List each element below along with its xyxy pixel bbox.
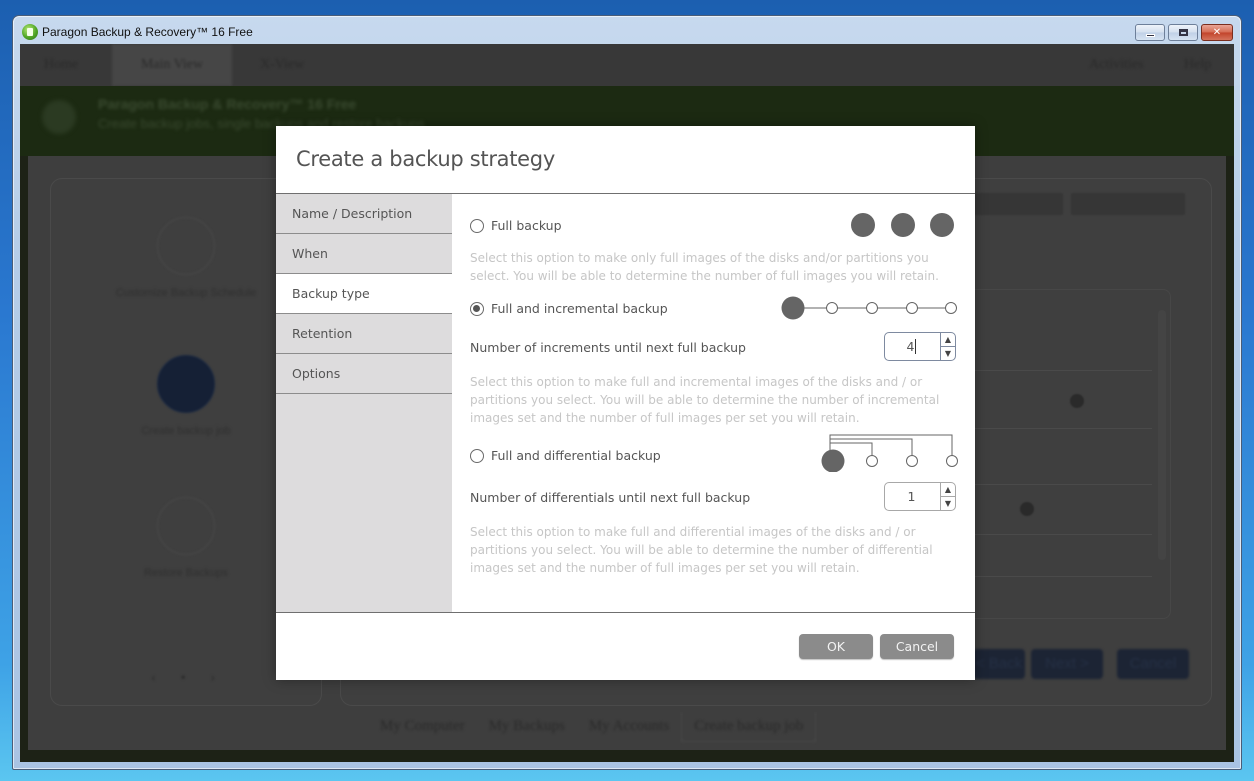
back-button[interactable]: < Back bbox=[973, 649, 1025, 679]
increment-node bbox=[906, 302, 918, 314]
option-label: Full and differential backup bbox=[491, 448, 661, 463]
minimize-button[interactable] bbox=[1135, 24, 1165, 41]
nav-item-when[interactable]: When bbox=[276, 234, 452, 274]
wizard-cancel-button[interactable]: Cancel bbox=[1117, 649, 1189, 679]
restore-icon bbox=[157, 497, 215, 555]
differential-node bbox=[946, 455, 958, 467]
maximize-button[interactable] bbox=[1168, 24, 1198, 41]
backup-strategy-dialog: Create a backup strategy Name / Descript… bbox=[276, 126, 975, 680]
dialog-footer: OK Cancel bbox=[276, 613, 975, 680]
stepper-arrows: ▲ ▼ bbox=[940, 333, 955, 360]
full-backup-radio[interactable] bbox=[470, 218, 484, 233]
ok-button[interactable]: OK bbox=[799, 634, 873, 659]
close-icon: ✕ bbox=[1212, 27, 1222, 38]
toggle-knob[interactable] bbox=[1020, 502, 1034, 516]
caption-buttons: ✕ bbox=[1135, 24, 1233, 41]
full-backup-description: Select this option to make only full ima… bbox=[470, 251, 939, 283]
close-button[interactable]: ✕ bbox=[1201, 24, 1233, 41]
increment-down-button[interactable]: ▼ bbox=[941, 346, 955, 360]
stepper-arrows: ▲ ▼ bbox=[940, 483, 955, 510]
toggle-knob[interactable] bbox=[1070, 394, 1084, 408]
incremental-backup-option[interactable]: Full and incremental backup bbox=[470, 301, 668, 316]
tab-my-computer[interactable]: My Computer bbox=[368, 712, 477, 742]
increment-up-button[interactable]: ▲ bbox=[941, 333, 955, 346]
branch-line bbox=[830, 438, 913, 455]
full-backup-diagram bbox=[851, 213, 954, 237]
create-backup-icon bbox=[157, 355, 215, 413]
option-label: Full backup bbox=[491, 218, 562, 233]
differential-backup-radio[interactable] bbox=[470, 448, 484, 463]
minimize-icon bbox=[1145, 33, 1155, 37]
tab-home[interactable]: Home bbox=[20, 44, 102, 86]
tab-help[interactable]: Help bbox=[1160, 44, 1234, 86]
app-tab-bar: Home Main View X-View Activities Help bbox=[20, 44, 1234, 86]
increments-input[interactable]: 4 bbox=[885, 333, 940, 360]
increments-stepper[interactable]: 4 ▲ ▼ bbox=[884, 332, 956, 361]
header-title: Paragon Backup & Recovery™ 16 Free bbox=[98, 96, 357, 112]
full-image-node bbox=[930, 213, 954, 237]
increment-node bbox=[866, 302, 878, 314]
maximize-icon bbox=[1178, 29, 1188, 36]
differential-down-button[interactable]: ▼ bbox=[941, 496, 955, 510]
differential-backup-option[interactable]: Full and differential backup bbox=[470, 448, 661, 463]
full-image-node bbox=[821, 449, 845, 472]
cancel-button[interactable]: Cancel bbox=[880, 634, 954, 659]
differentials-label: Number of differentials until next full … bbox=[470, 490, 751, 505]
chevron-up-icon: ▲ bbox=[944, 335, 952, 344]
tab-create-backup-job[interactable]: Create backup job bbox=[681, 712, 817, 742]
text-caret bbox=[915, 339, 917, 354]
increments-value: 4 bbox=[906, 339, 915, 354]
incremental-backup-description: Select this option to make full and incr… bbox=[470, 375, 940, 425]
backup-type-content: Full backup Select this option to make o… bbox=[452, 194, 975, 612]
differential-backup-description: Select this option to make full and diff… bbox=[470, 525, 933, 575]
tab-my-backups[interactable]: My Backups bbox=[477, 712, 577, 742]
dialog-nav: Name / Description When Backup type Rete… bbox=[276, 194, 452, 612]
increments-label: Number of increments until next full bac… bbox=[470, 340, 746, 355]
window-title: Paragon Backup & Recovery™ 16 Free bbox=[42, 25, 253, 39]
differential-node bbox=[866, 455, 878, 467]
option-label: Full and incremental backup bbox=[491, 301, 668, 316]
backup-schedule-icon bbox=[157, 217, 215, 275]
pager-dots[interactable]: ‹ • › bbox=[151, 671, 225, 685]
nav-item-retention[interactable]: Retention bbox=[276, 314, 452, 354]
full-image-node bbox=[781, 296, 805, 320]
nav-item-backup-type[interactable]: Backup type bbox=[276, 274, 452, 314]
tab-x-view[interactable]: X-View bbox=[236, 44, 328, 86]
differential-backup-diagram bbox=[821, 434, 958, 472]
nav-item-options[interactable]: Options bbox=[276, 354, 452, 394]
tab-main-view[interactable]: Main View bbox=[112, 44, 232, 86]
differential-up-button[interactable]: ▲ bbox=[941, 483, 955, 496]
incremental-backup-radio[interactable] bbox=[470, 301, 484, 316]
title-bar[interactable]: Paragon Backup & Recovery™ 16 Free ✕ bbox=[13, 16, 1241, 46]
full-image-node bbox=[851, 213, 875, 237]
chevron-down-icon: ▼ bbox=[944, 349, 952, 358]
tab-activities[interactable]: Activities bbox=[1065, 44, 1167, 86]
scrollbar[interactable] bbox=[1158, 310, 1166, 560]
tab-my-accounts[interactable]: My Accounts bbox=[577, 712, 681, 742]
differentials-input[interactable] bbox=[885, 483, 940, 510]
full-backup-option[interactable]: Full backup bbox=[470, 218, 562, 233]
increment-node bbox=[826, 302, 838, 314]
product-logo-icon bbox=[42, 100, 76, 134]
full-image-node bbox=[891, 213, 915, 237]
chevron-down-icon: ▼ bbox=[944, 499, 952, 508]
dialog-title: Create a backup strategy bbox=[296, 147, 555, 171]
chevron-up-icon: ▲ bbox=[944, 485, 952, 494]
nav-item-name-description[interactable]: Name / Description bbox=[276, 194, 452, 234]
differential-node bbox=[906, 455, 918, 467]
next-button[interactable]: Next > bbox=[1031, 649, 1103, 679]
incremental-backup-diagram bbox=[781, 296, 957, 320]
paragon-app-icon bbox=[22, 24, 38, 40]
increment-node bbox=[945, 302, 957, 314]
wizard-toolbar-button[interactable] bbox=[971, 193, 1063, 215]
wizard-toolbar-button[interactable] bbox=[1071, 193, 1185, 215]
differentials-stepper[interactable]: ▲ ▼ bbox=[884, 482, 956, 511]
bottom-tab-bar: My Computer My Backups My Accounts Creat… bbox=[368, 712, 817, 742]
